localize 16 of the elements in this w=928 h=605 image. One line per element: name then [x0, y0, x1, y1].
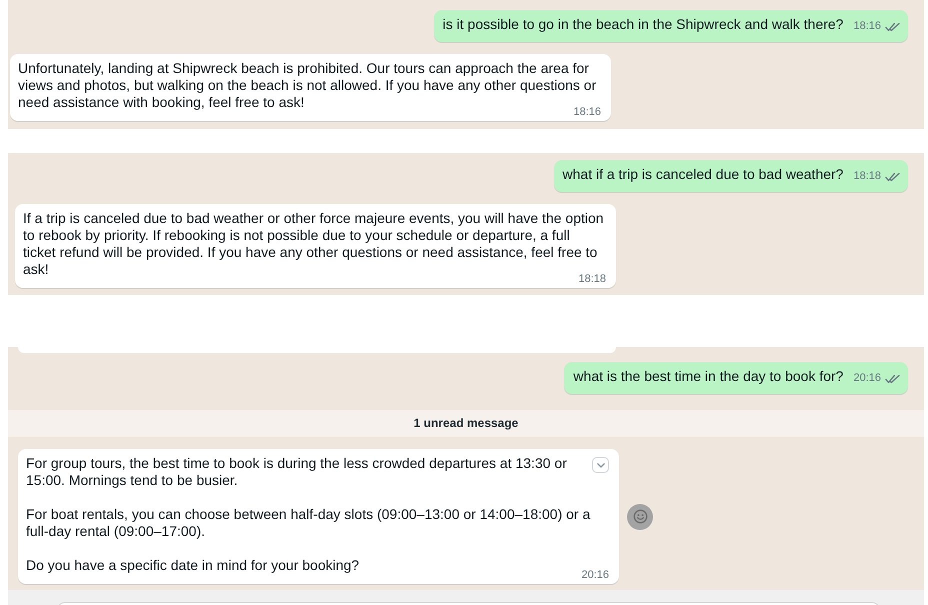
message-time: 18:16 — [853, 19, 881, 34]
smiley-icon — [632, 509, 648, 524]
message-text: what if a trip is canceled due to bad weather? — [562, 166, 844, 183]
message-text: For group tours, the best time to book is during the less crowded departures at 13:30 or 15:00. Mornings tend to be busier. — [26, 455, 568, 489]
message-menu-button[interactable] — [592, 457, 609, 473]
message-text: For boat rentals, you can choose between half-day slots (09:00–13:00 or 14:00–18:00) or a full-day rental (09:00–17:00). — [26, 506, 592, 540]
chevron-down-icon — [596, 462, 604, 468]
message-text: is it possible to go in the beach in the Shipwreck and walk there? — [442, 16, 844, 33]
message-text: what is the best time in the day to book for? — [573, 368, 844, 385]
reaction-button[interactable] — [627, 504, 653, 530]
message-text: Do you have a specific date in mind for your booking? — [26, 557, 360, 574]
message-time: 18:16 — [572, 106, 601, 118]
message-time: 20:16 — [580, 569, 609, 581]
message-time: 18:18 — [853, 169, 881, 184]
message-time: 18:18 — [577, 273, 606, 285]
message-time: 20:16 — [853, 371, 881, 386]
